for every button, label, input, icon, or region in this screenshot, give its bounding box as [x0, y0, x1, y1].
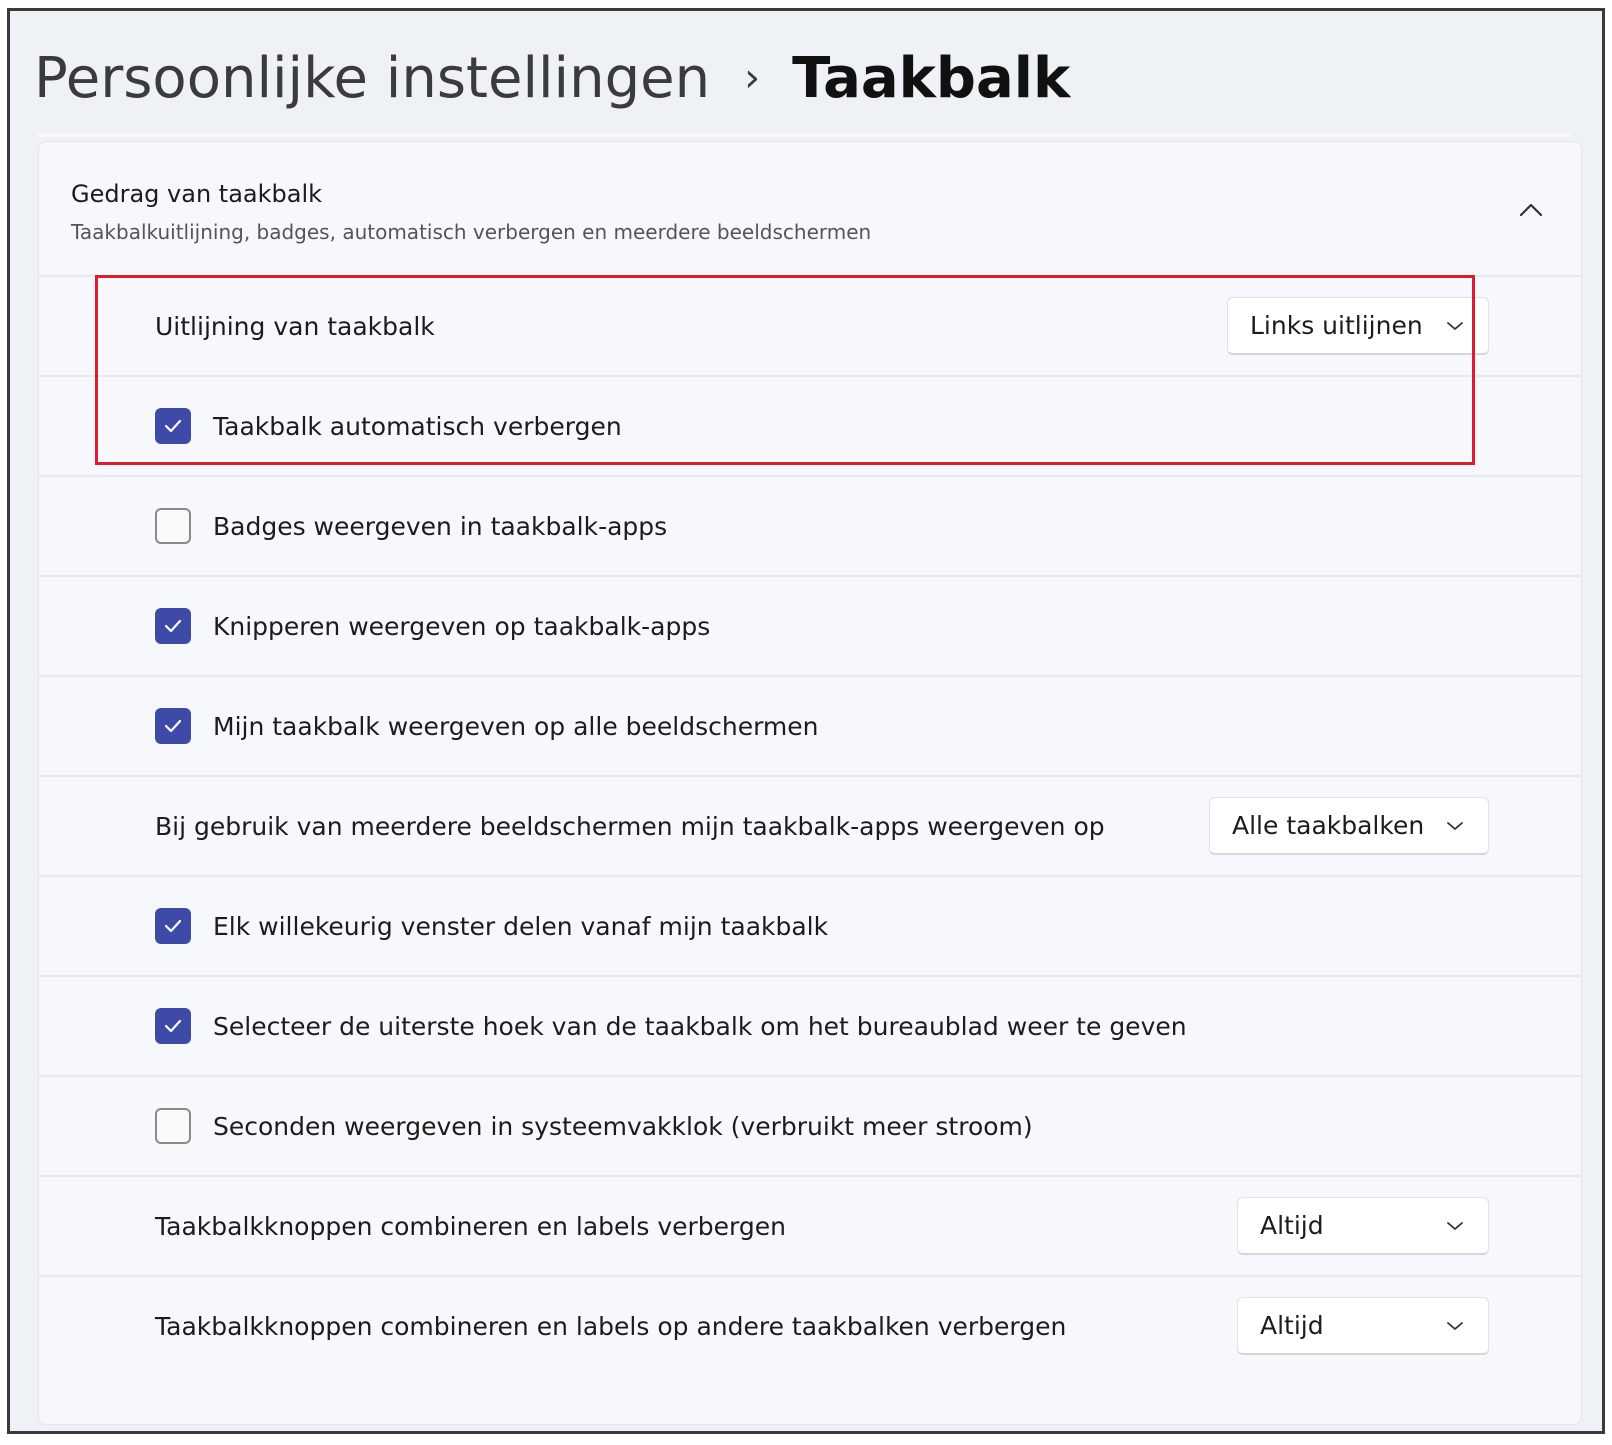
flashing-checkbox[interactable]	[155, 608, 191, 644]
dropdown-value: Altijd	[1260, 1211, 1324, 1240]
dropdown-value: Links uitlijnen	[1250, 311, 1423, 340]
setting-label: Badges weergeven in taakbalk-apps	[213, 511, 668, 541]
setting-label: Selecteer de uiterste hoek van de taakba…	[213, 1011, 1187, 1041]
setting-row-combine-buttons: Taakbalkknoppen combineren en labels ver…	[39, 1175, 1581, 1275]
show-desktop-corner-checkbox[interactable]	[155, 1008, 191, 1044]
dropdown-value: Altijd	[1260, 1311, 1324, 1340]
setting-label: Taakbalkknoppen combineren en labels ver…	[155, 1211, 786, 1241]
setting-label: Bij gebruik van meerdere beeldschermen m…	[155, 811, 1105, 841]
taskbar-behaviors-section: Gedrag van taakbalk Taakbalkuitlijning, …	[38, 141, 1582, 1425]
checkmark-icon	[164, 619, 182, 633]
chevron-down-icon	[1446, 1315, 1468, 1337]
section-title: Gedrag van taakbalk	[71, 180, 323, 208]
setting-row-badges: Badges weergeven in taakbalk-apps	[39, 475, 1581, 575]
setting-row-auto-hide: Taakbalk automatisch verbergen	[39, 375, 1581, 475]
section-header[interactable]: Gedrag van taakbalk Taakbalkuitlijning, …	[39, 142, 1581, 280]
breadcrumb: Persoonlijke instellingen › Taakbalk	[34, 33, 1070, 123]
screenshot-frame: Persoonlijke instellingen › Taakbalk Ged…	[7, 8, 1605, 1434]
checkmark-icon	[164, 919, 182, 933]
setting-row-multi-display-apps: Bij gebruik van meerdere beeldschermen m…	[39, 775, 1581, 875]
share-window-checkbox[interactable]	[155, 908, 191, 944]
setting-row-all-displays: Mijn taakbalk weergeven op alle beeldsch…	[39, 675, 1581, 775]
page-title: Taakbalk	[792, 45, 1071, 111]
setting-row-share-window: Elk willekeurig venster delen vanaf mijn…	[39, 875, 1581, 975]
checkmark-icon	[164, 419, 182, 433]
checkmark-icon	[164, 719, 182, 733]
chevron-down-icon	[1446, 815, 1468, 837]
setting-label: Mijn taakbalk weergeven op alle beeldsch…	[213, 711, 819, 741]
setting-label: Elk willekeurig venster delen vanaf mijn…	[213, 911, 829, 941]
breadcrumb-parent-link[interactable]: Persoonlijke instellingen	[34, 46, 710, 111]
badges-checkbox[interactable]	[155, 508, 191, 544]
chevron-down-icon	[1446, 315, 1468, 337]
setting-label: Taakbalk automatisch verbergen	[213, 411, 622, 441]
setting-label: Taakbalkknoppen combineren en labels op …	[155, 1311, 1067, 1341]
dropdown-value: Alle taakbalken	[1232, 811, 1425, 840]
setting-row-flashing: Knipperen weergeven op taakbalk-apps	[39, 575, 1581, 675]
clock-seconds-checkbox[interactable]	[155, 1108, 191, 1144]
setting-label: Knipperen weergeven op taakbalk-apps	[213, 611, 711, 641]
setting-row-clock-seconds: Seconden weergeven in systeemvakklok (ve…	[39, 1075, 1581, 1175]
breadcrumb-separator-icon: ›	[744, 55, 761, 101]
chevron-down-icon	[1446, 1215, 1468, 1237]
section-subtitle: Taakbalkuitlijning, badges, automatisch …	[71, 220, 872, 244]
multi-display-apps-dropdown[interactable]: Alle taakbalken	[1209, 797, 1489, 855]
setting-row-taskbar-alignment: Uitlijning van taakbalk Links uitlijnen	[39, 275, 1581, 375]
checkmark-icon	[164, 1019, 182, 1033]
combine-buttons-other-dropdown[interactable]: Altijd	[1237, 1297, 1489, 1355]
chevron-up-icon[interactable]	[1515, 194, 1547, 226]
taskbar-alignment-dropdown[interactable]: Links uitlijnen	[1227, 297, 1489, 355]
combine-buttons-dropdown[interactable]: Altijd	[1237, 1197, 1489, 1255]
setting-row-show-desktop-corner: Selecteer de uiterste hoek van de taakba…	[39, 975, 1581, 1075]
setting-label: Seconden weergeven in systeemvakklok (ve…	[213, 1111, 1033, 1141]
all-displays-checkbox[interactable]	[155, 708, 191, 744]
setting-label: Uitlijning van taakbalk	[155, 311, 435, 341]
auto-hide-checkbox[interactable]	[155, 408, 191, 444]
setting-row-combine-buttons-other: Taakbalkknoppen combineren en labels op …	[39, 1275, 1581, 1375]
divider	[38, 133, 1570, 137]
